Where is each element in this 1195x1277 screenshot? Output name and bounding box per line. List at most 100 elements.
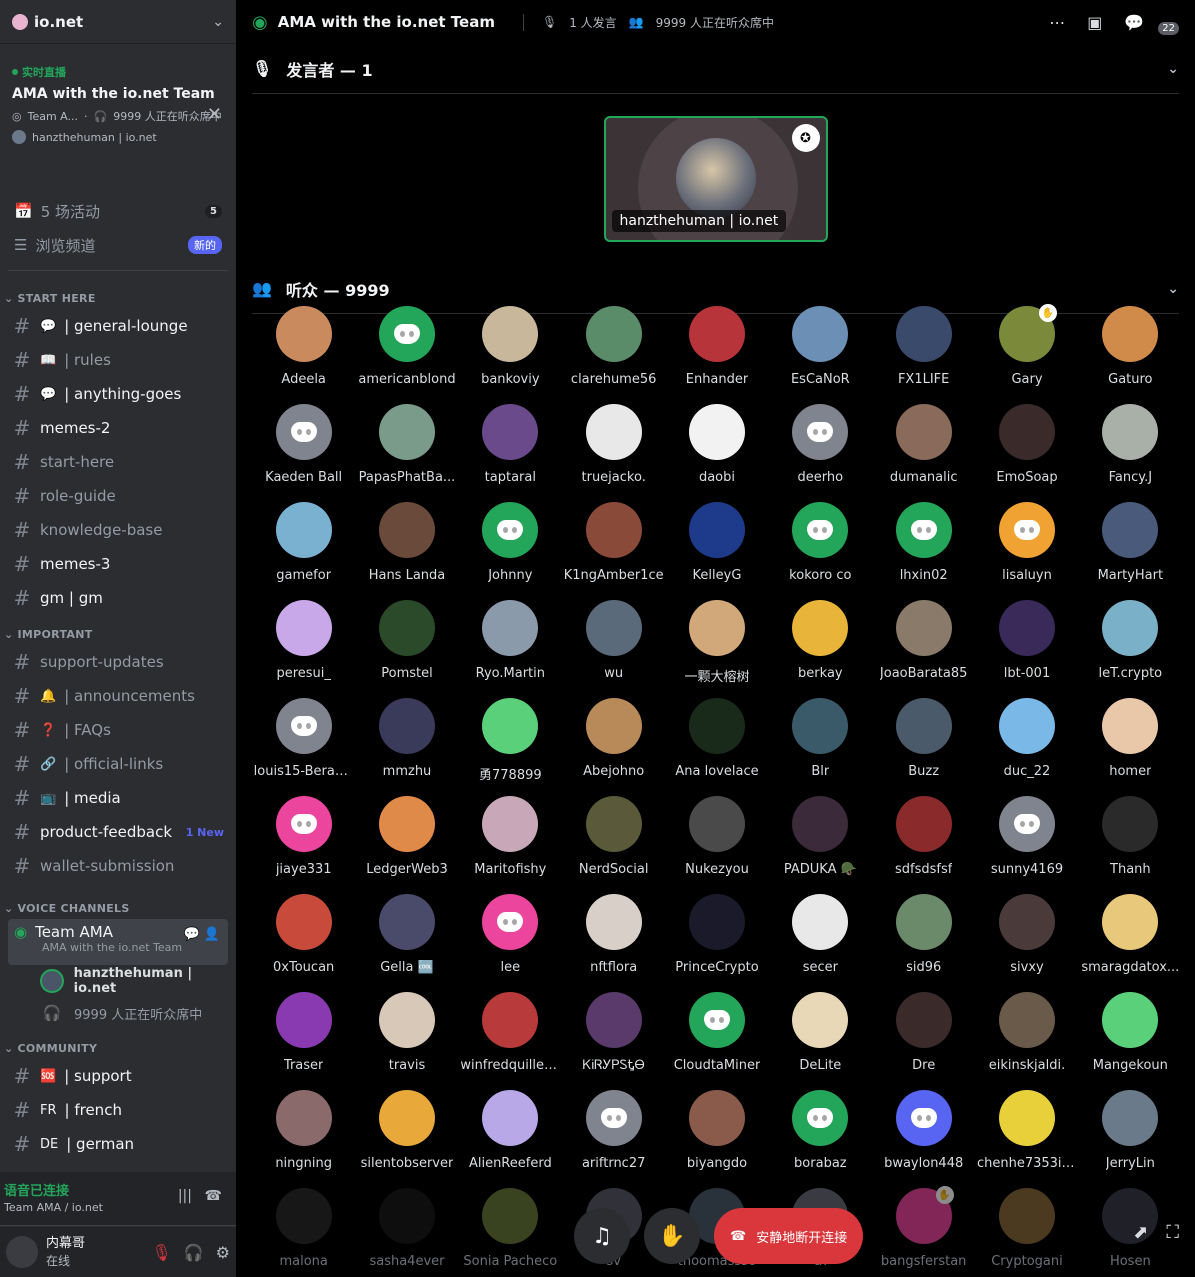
audience-member[interactable]: Johnny xyxy=(459,502,562,600)
channel-row[interactable]: # 📺 | media xyxy=(0,781,236,815)
popout-icon[interactable]: ▣ xyxy=(1087,13,1102,32)
audience-member[interactable]: borabaz xyxy=(769,1090,872,1188)
audience-member[interactable]: KelleyG xyxy=(665,502,768,600)
audience-member[interactable]: ✋ bangsferstan xyxy=(872,1186,975,1277)
raise-hand-icon[interactable]: ✋ xyxy=(644,1208,700,1264)
audience-member[interactable]: kokoro co xyxy=(769,502,872,600)
audience-member[interactable]: Dre xyxy=(872,992,975,1090)
mute-mic-icon[interactable]: 🎙 xyxy=(151,1243,171,1262)
audience-member[interactable]: LedgerWeb3 xyxy=(355,796,458,894)
audience-member[interactable]: EmoSoap xyxy=(975,404,1078,502)
audience-member[interactable]: DeLite xyxy=(769,992,872,1090)
audience-member[interactable]: Pomstel xyxy=(355,600,458,698)
audience-member[interactable]: 一颗大榕树 xyxy=(665,600,768,698)
audience-member[interactable]: 0xToucan xyxy=(252,894,355,992)
channel-row[interactable]: # gm | gm xyxy=(0,581,236,615)
channel-row[interactable]: # memes-2 xyxy=(0,411,236,445)
fullscreen-icon[interactable]: ⛶ xyxy=(1166,1222,1179,1243)
audience-member[interactable]: Maritofishy xyxy=(459,796,562,894)
audience-member[interactable]: bwaylon448 xyxy=(872,1090,975,1188)
channel-row[interactable]: # knowledge-base xyxy=(0,513,236,547)
audience-member[interactable]: chenhe7353io... xyxy=(975,1090,1078,1188)
audience-member[interactable]: lhxin02 xyxy=(872,502,975,600)
audience-member[interactable]: 勇778899 xyxy=(459,698,562,796)
audience-member[interactable]: malona xyxy=(252,1188,355,1277)
audience-member[interactable]: mmzhu xyxy=(355,698,458,796)
audience-member[interactable]: Kaeden Ball xyxy=(252,404,355,502)
events-row[interactable]: 📅 5 场活动 5 xyxy=(0,194,236,228)
voice-user[interactable]: hanzthehuman | io.net xyxy=(0,965,236,997)
audience-member[interactable]: PapasPhatBa... xyxy=(355,404,458,502)
audience-member[interactable]: deerho xyxy=(769,404,872,502)
audience-member[interactable]: CloudtaMiner xyxy=(665,992,768,1090)
audience-member[interactable]: sid96 xyxy=(872,894,975,992)
audience-member[interactable]: Sonia Pacheco xyxy=(459,1188,562,1277)
audience-member[interactable]: Gella 🆒 xyxy=(355,894,458,992)
audience-member[interactable]: daobi xyxy=(665,404,768,502)
audience-member[interactable]: gamefor xyxy=(252,502,355,600)
audience-member[interactable]: sunny4169 xyxy=(975,796,1078,894)
audience-member[interactable]: ᏦᎥᏒᎩᏢᏚᎿᎾ xyxy=(562,992,665,1090)
audience-member[interactable]: homer xyxy=(1079,698,1182,796)
audience-member[interactable]: duc_22 xyxy=(975,698,1078,796)
voice-channel-team-ama[interactable]: ◉ Team AMA AMA with the io.net Team 💬 👤 xyxy=(8,919,228,965)
channel-row[interactable]: # product-feedback 1 New xyxy=(0,815,236,849)
audience-member[interactable]: secer xyxy=(769,894,872,992)
audience-member[interactable]: bankoviy xyxy=(459,306,562,404)
audience-member[interactable]: louis15-Berac... xyxy=(252,698,355,796)
server-header[interactable]: io.net ⌄ xyxy=(0,0,236,44)
audience-member[interactable]: PADUKA 🪖 xyxy=(769,796,872,894)
audience-member[interactable]: lee xyxy=(459,894,562,992)
audience-member[interactable]: clarehume56 xyxy=(562,306,665,404)
audience-member[interactable]: berkay xyxy=(769,600,872,698)
channel-row[interactable]: # wallet-submission xyxy=(0,849,236,883)
speakers-section-header[interactable]: 🎙 发言者 — 1 ⌄ xyxy=(252,44,1179,94)
chat-and-invite-icon[interactable]: 💬 👤 xyxy=(183,927,220,942)
audience-member[interactable]: ariftrnc27 xyxy=(562,1090,665,1188)
category-community[interactable]: ⌄ COMMUNITY xyxy=(0,1029,236,1059)
audience-member[interactable]: Hans Landa xyxy=(355,502,458,600)
live-stage-card[interactable]: 实时直播 AMA with the io.net Team ◎ Team A...… xyxy=(0,44,236,194)
category-start[interactable]: ⌄ START HERE xyxy=(0,279,236,309)
disconnect-icon[interactable]: ☎ xyxy=(205,1188,222,1204)
speaker-tile[interactable]: ✪ hanzthehuman | io.net xyxy=(603,116,828,242)
audience-member[interactable]: AlienReeferd xyxy=(459,1090,562,1188)
user-avatar[interactable] xyxy=(6,1236,38,1268)
audience-member[interactable]: NerdSocial xyxy=(562,796,665,894)
channel-row[interactable]: # 📖 | rules xyxy=(0,343,236,377)
channel-row[interactable]: # role-guide xyxy=(0,479,236,513)
channel-row[interactable]: # 💬 | anything-goes xyxy=(0,377,236,411)
audience-member[interactable]: leT.crypto xyxy=(1079,600,1182,698)
audience-member[interactable]: lbt-001 xyxy=(975,600,1078,698)
audience-member[interactable]: Ryo.Martin xyxy=(459,600,562,698)
audience-member[interactable]: ningning xyxy=(252,1090,355,1188)
audience-member[interactable]: K1ngAmber1ce xyxy=(562,502,665,600)
headphones-icon[interactable]: 🎧 xyxy=(184,1243,204,1262)
channel-row[interactable]: # FR | french xyxy=(0,1093,236,1127)
audience-member[interactable]: Thanh xyxy=(1079,796,1182,894)
channel-row[interactable]: # 🆘 | support xyxy=(0,1059,236,1093)
popout-icon[interactable]: ⬈ xyxy=(1133,1222,1148,1243)
audience-member[interactable]: Adeela xyxy=(252,306,355,404)
channel-row[interactable]: # 🔗 | official-links xyxy=(0,747,236,781)
audience-member[interactable]: eikinskjaldi. xyxy=(975,992,1078,1090)
soundboard-icon[interactable]: ||| xyxy=(178,1188,192,1204)
audience-member[interactable]: lisaluyn xyxy=(975,502,1078,600)
channel-row[interactable]: # support-updates xyxy=(0,645,236,679)
audience-member[interactable]: taptaral xyxy=(459,404,562,502)
audience-member[interactable]: peresui_ xyxy=(252,600,355,698)
more-options-icon[interactable]: ⋯ xyxy=(1049,13,1065,32)
channel-row[interactable]: # memes-3 xyxy=(0,547,236,581)
sound-off-icon[interactable]: ♫ xyxy=(574,1208,630,1264)
audience-member[interactable]: MartyHart xyxy=(1079,502,1182,600)
audience-member[interactable]: travis xyxy=(355,992,458,1090)
audience-member[interactable]: biyangdo xyxy=(665,1090,768,1188)
audience-member[interactable]: JoaoBarata85 xyxy=(872,600,975,698)
chevron-down-icon[interactable]: ⌄ xyxy=(1167,61,1179,77)
audience-member[interactable]: jiaye331 xyxy=(252,796,355,894)
audience-member[interactable]: truejacko. xyxy=(562,404,665,502)
audience-member[interactable]: sdfsdsfsf xyxy=(872,796,975,894)
audience-member[interactable]: Nukezyou xyxy=(665,796,768,894)
audience-member[interactable]: Buzz xyxy=(872,698,975,796)
chevron-down-icon[interactable]: ⌄ xyxy=(1167,281,1179,297)
